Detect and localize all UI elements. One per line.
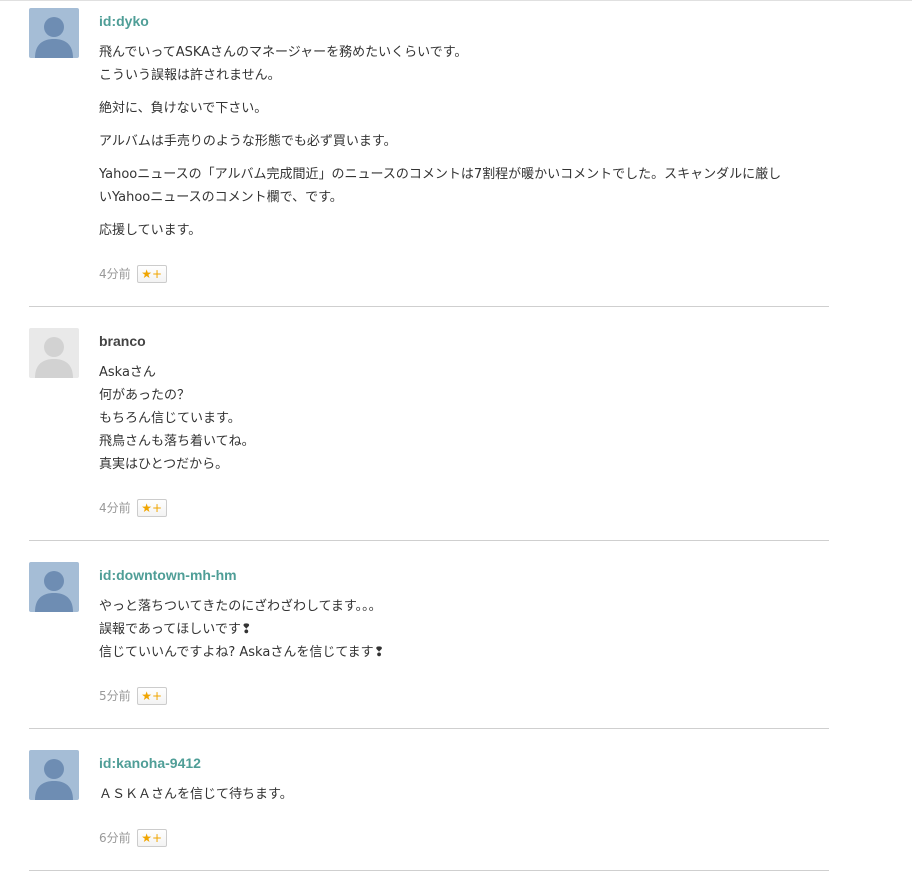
comment-line: Yahooニュースの「アルバム完成間近」のニュースのコメントは7割程が暖かいコメ… <box>99 167 782 182</box>
comment-body: id:downtown-mh-hm やっと落ちついてきたのにざわざわしてます。。… <box>99 562 821 674</box>
add-star-button[interactable]: ★+ <box>136 499 167 517</box>
comment-line: いYahooニュースのコメント欄で、です。 <box>99 190 343 205</box>
user-avatar[interactable] <box>29 8 79 58</box>
comment-line: やっと落ちついてきたのにざわざわしてます。。。 <box>99 599 382 614</box>
comment-divider <box>29 870 829 871</box>
comment-timestamp: 6分前 <box>99 831 131 845</box>
comment-line: 信じていいんですよね? Askaさんを信じてます❢ <box>99 645 385 660</box>
comment-divider <box>29 728 829 729</box>
comment-line: 飛んでいってASKAさんのマネージャーを務めたいくらいです。 <box>99 45 468 60</box>
comment-line: こういう誤報は許されません。 <box>99 68 281 83</box>
add-star-button[interactable]: ★+ <box>136 265 167 283</box>
add-star-button[interactable]: ★+ <box>136 687 167 705</box>
comment-divider <box>29 306 829 307</box>
comment-paragraph: 絶対に、負けないで下さい。 <box>99 97 821 120</box>
comment-text: ＡＳＫＡさんを信じて待ちます。 <box>99 783 821 806</box>
gray-silhouette-icon <box>29 328 79 378</box>
add-star-button[interactable]: ★+ <box>136 829 167 847</box>
comment-line: 絶対に、負けないで下さい。 <box>99 101 268 116</box>
comment-line: もちろん信じています。 <box>99 411 241 426</box>
blue-silhouette-icon <box>29 562 79 612</box>
comment-body: id:dyko 飛んでいってASKAさんのマネージャーを務めたいくらいです。 こ… <box>99 8 821 252</box>
comment-divider <box>29 540 829 541</box>
comment-meta: 4分前 ★+ <box>99 498 167 518</box>
comment-username[interactable]: id:kanoha-9412 <box>99 753 821 773</box>
comment-body: id:kanoha-9412 ＡＳＫＡさんを信じて待ちます。 <box>99 750 821 816</box>
blue-silhouette-icon <box>29 8 79 58</box>
user-avatar[interactable] <box>29 750 79 800</box>
comment-paragraph: 応援しています。 <box>99 219 821 242</box>
comment-timestamp: 4分前 <box>99 501 131 515</box>
top-rule <box>0 0 912 1</box>
comment-username[interactable]: id:dyko <box>99 11 821 31</box>
comment-paragraph: 飛んでいってASKAさんのマネージャーを務めたいくらいです。 こういう誤報は許さ… <box>99 41 821 87</box>
blue-silhouette-icon <box>29 750 79 800</box>
comment-paragraph: ＡＳＫＡさんを信じて待ちます。 <box>99 783 821 806</box>
comment-text: 飛んでいってASKAさんのマネージャーを務めたいくらいです。 こういう誤報は許さ… <box>99 41 821 242</box>
comment-meta: 5分前 ★+ <box>99 686 167 706</box>
comment-username: branco <box>99 333 146 349</box>
comment-line: ＡＳＫＡさんを信じて待ちます。 <box>99 787 293 802</box>
comment-timestamp: 5分前 <box>99 689 131 703</box>
comment-meta: 6分前 ★+ <box>99 828 167 848</box>
comment-paragraph: Yahooニュースの「アルバム完成間近」のニュースのコメントは7割程が暖かいコメ… <box>99 163 821 209</box>
comment-line: 応援しています。 <box>99 223 202 238</box>
comment-username[interactable]: id:downtown-mh-hm <box>99 565 821 585</box>
comment-paragraph: やっと落ちついてきたのにざわざわしてます。。。 誤報であってほしいです❢ 信じて… <box>99 595 821 664</box>
comment-line: 飛鳥さんも落ち着いてね。 <box>99 434 255 449</box>
user-avatar[interactable] <box>29 328 79 378</box>
user-avatar[interactable] <box>29 562 79 612</box>
comment-line: アルバムは手売りのような形態でも必ず買います。 <box>99 134 397 149</box>
comment-paragraph: Askaさん 何があったの？ もちろん信じています。 飛鳥さんも落ち着いてね。 … <box>99 361 821 476</box>
comment-meta: 4分前 ★+ <box>99 264 167 284</box>
comment-text: Askaさん 何があったの？ もちろん信じています。 飛鳥さんも落ち着いてね。 … <box>99 361 821 476</box>
comment-line: Askaさん <box>99 365 156 380</box>
comment-text: やっと落ちついてきたのにざわざわしてます。。。 誤報であってほしいです❢ 信じて… <box>99 595 821 664</box>
comment-line: 誤報であってほしいです❢ <box>99 622 252 637</box>
comment-line: 真実はひとつだから。 <box>99 457 229 472</box>
comment-line: 何があったの？ <box>99 388 191 403</box>
comment-timestamp: 4分前 <box>99 267 131 281</box>
comment-body: branco Askaさん 何があったの？ もちろん信じています。 飛鳥さんも落… <box>99 328 821 486</box>
comment-paragraph: アルバムは手売りのような形態でも必ず買います。 <box>99 130 821 153</box>
